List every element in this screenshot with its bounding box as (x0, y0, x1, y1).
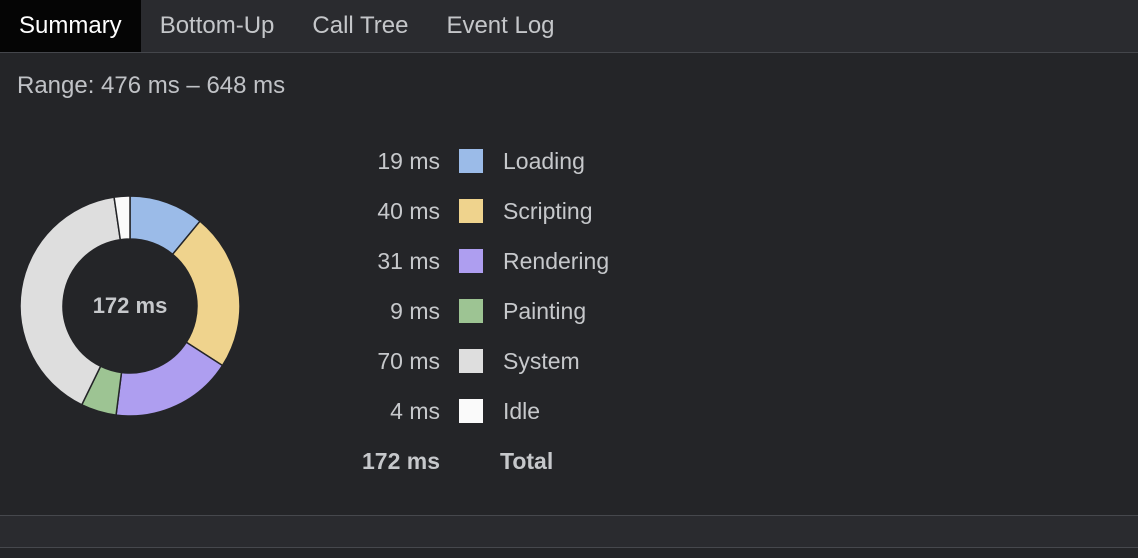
legend-value: 9 ms (390, 297, 440, 324)
legend-row-total: 172 ms Total (340, 436, 609, 486)
tab-bottom-up[interactable]: Bottom-Up (141, 0, 294, 52)
legend-label: System (503, 347, 580, 374)
legend-row-painting: 9 ms Painting (340, 286, 609, 336)
legend-label: Loading (503, 147, 585, 174)
legend: 19 ms Loading 40 ms Scripting 31 ms Rend… (340, 136, 609, 486)
legend-value: 19 ms (377, 147, 440, 174)
legend-label: Idle (503, 397, 541, 424)
total-value: 172 ms (361, 447, 440, 474)
legend-row-loading: 19 ms Loading (340, 136, 609, 186)
tab-bar: Summary Bottom-Up Call Tree Event Log (0, 0, 1138, 53)
legend-value: 31 ms (377, 247, 440, 274)
legend-value: 40 ms (377, 197, 440, 224)
legend-row-scripting: 40 ms Scripting (340, 186, 609, 236)
tab-call-tree[interactable]: Call Tree (293, 0, 427, 52)
legend-swatch-rendering (459, 249, 483, 273)
legend-row-rendering: 31 ms Rendering (340, 236, 609, 286)
legend-row-system: 70 ms System (340, 336, 609, 386)
legend-swatch-loading (459, 149, 483, 173)
legend-swatch-painting (459, 299, 483, 323)
donut-slice-scripting (171, 220, 241, 367)
donut-chart (19, 195, 241, 417)
legend-swatch-idle (459, 399, 483, 423)
legend-value: 70 ms (377, 347, 440, 374)
legend-row-idle: 4 ms Idle (340, 386, 609, 436)
tab-event-log[interactable]: Event Log (427, 0, 573, 52)
range-text: Range: 476 ms – 648 ms (17, 72, 286, 99)
performance-summary-panel: Summary Bottom-Up Call Tree Event Log Ra… (0, 0, 1138, 558)
legend-label: Scripting (503, 197, 593, 224)
legend-label: Rendering (503, 247, 610, 274)
legend-swatch-scripting (459, 199, 483, 223)
legend-swatch-system (459, 349, 483, 373)
bottom-status-bar (0, 515, 1138, 548)
tab-summary[interactable]: Summary (0, 0, 141, 52)
total-label: Total (500, 447, 554, 474)
legend-value: 4 ms (390, 397, 440, 424)
legend-label: Painting (503, 297, 587, 324)
